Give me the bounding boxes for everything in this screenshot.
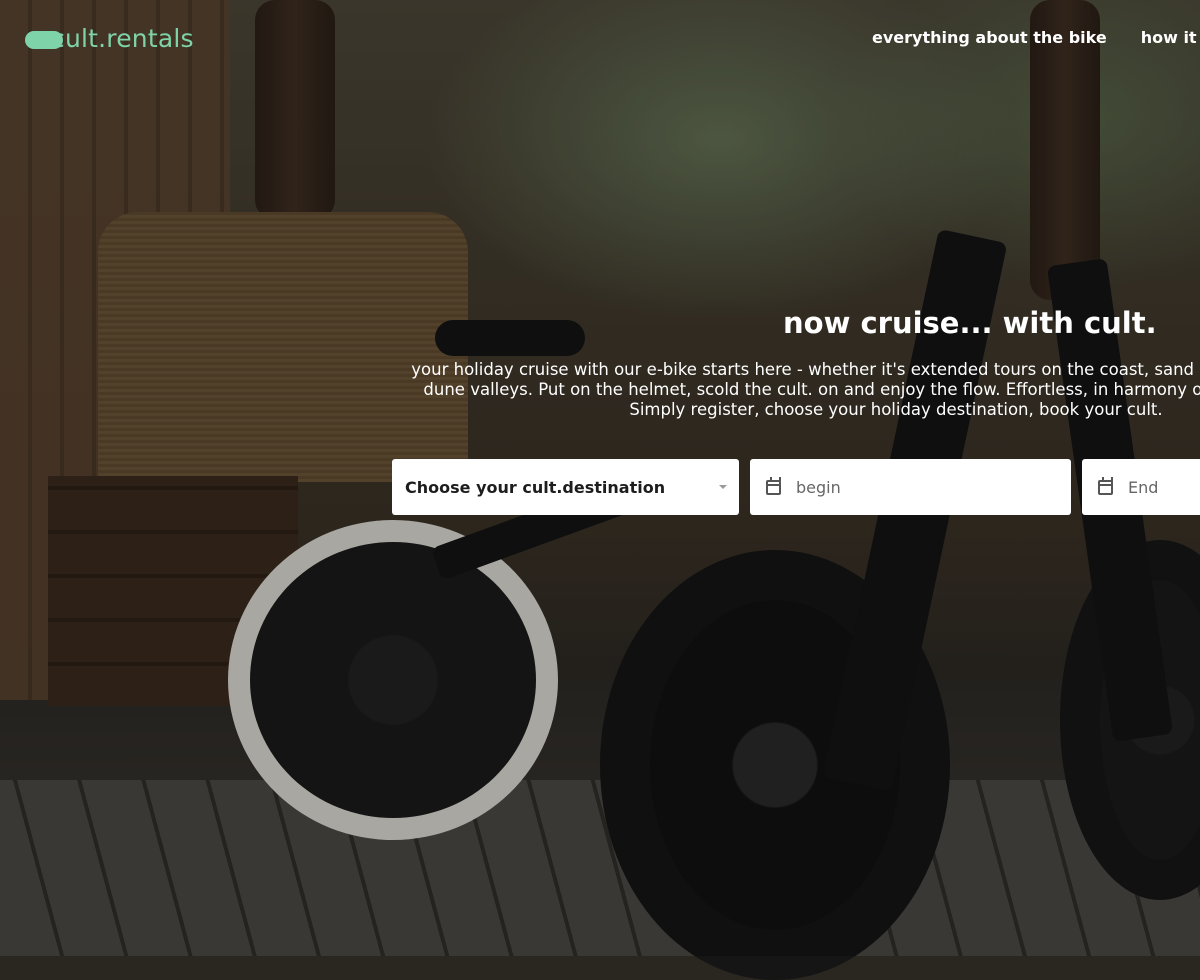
nav-item-everything-about-the-bike[interactable]: everything about the bike: [872, 28, 1107, 47]
end-date-placeholder: End: [1128, 477, 1159, 497]
hero-headline: now cruise... with cult.: [783, 306, 1157, 340]
main-nav: everything about the bike how it works: [872, 28, 1200, 47]
nav-item-how-it-works[interactable]: how it works: [1141, 28, 1200, 47]
chevron-down-icon: [719, 485, 727, 489]
hero-intro-text: your holiday cruise with our e-bike star…: [411, 360, 1200, 419]
end-date-field[interactable]: End: [1082, 459, 1200, 515]
begin-date-placeholder: begin: [796, 477, 841, 497]
calendar-icon: [1098, 476, 1113, 495]
begin-date-field[interactable]: begin: [750, 459, 1071, 515]
calendar-icon: [766, 476, 781, 495]
logo-text: cult.rentals: [51, 24, 194, 53]
logo-pill-icon: [25, 30, 63, 49]
brand-logo[interactable]: cult.rentals: [25, 24, 194, 53]
hero-intro: your holiday cruise with our e-bike star…: [396, 360, 1200, 424]
destination-select[interactable]: Choose your cult.destination: [392, 459, 739, 515]
destination-select-label: Choose your cult.destination: [405, 477, 666, 497]
booking-form: Choose your cult.destination begin End: [392, 459, 1200, 515]
